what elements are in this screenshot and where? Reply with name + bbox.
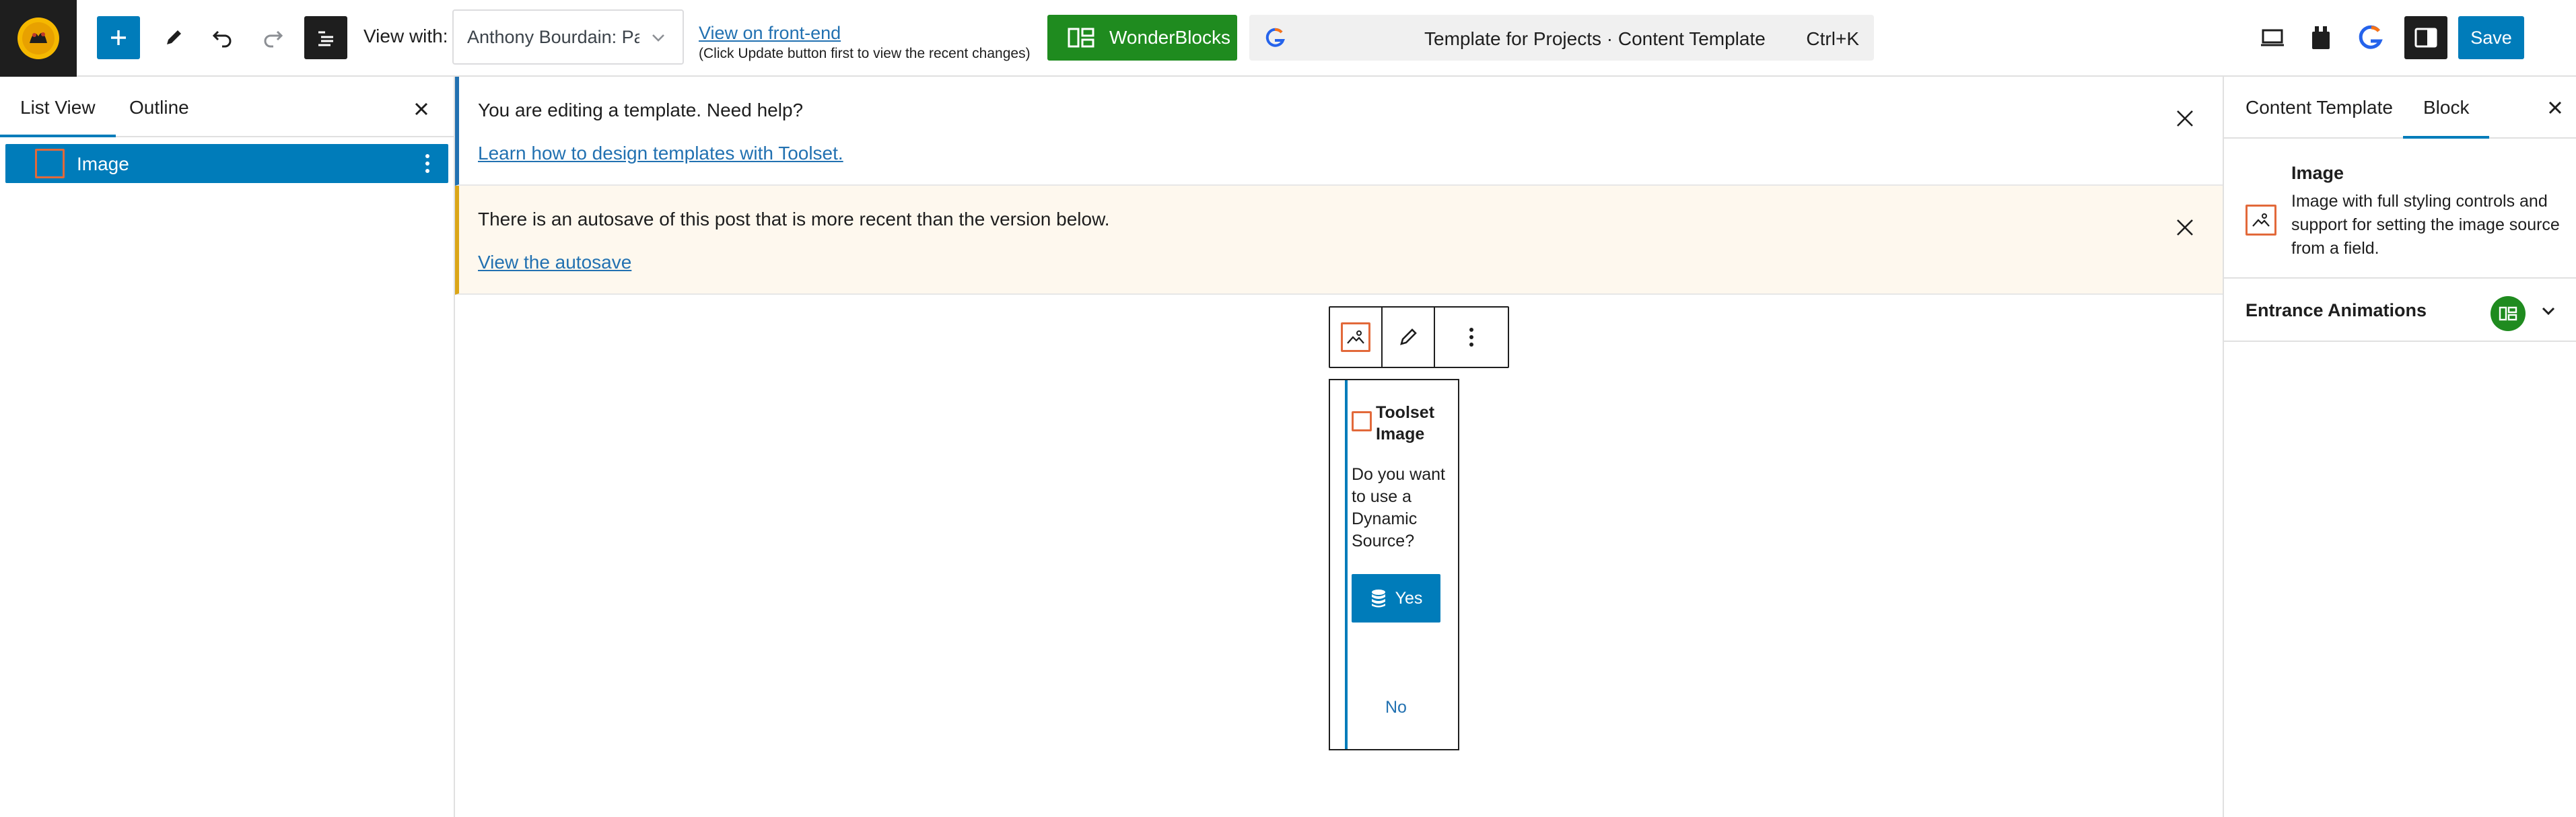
desktop-preview-icon (2261, 29, 2284, 46)
block-title: Toolset Image (1376, 403, 1435, 443)
settings-sidebar-tabs: Content Template Block (2224, 77, 2576, 139)
autosave-notice-text: There is an autosave of this post that i… (478, 209, 1110, 229)
undo-button[interactable] (201, 16, 244, 59)
g-icon (2359, 25, 2383, 49)
tab-content-template[interactable]: Content Template (2246, 97, 2393, 118)
block-card-description: Image with full styling controls and sup… (2291, 192, 2560, 258)
editor-header: View with: Anthony Bourdain: Pa... View … (0, 0, 2576, 77)
undo-icon (212, 30, 232, 48)
image-icon (35, 149, 65, 178)
tab-outline[interactable]: Outline (129, 97, 189, 118)
preview-button[interactable] (2251, 16, 2294, 59)
toolset-image-block[interactable]: Toolset Image Do you want to use a Dynam… (1329, 379, 1459, 750)
command-palette-bar[interactable]: Template for Projects · Content Template… (1249, 15, 1874, 61)
image-icon (2246, 205, 2276, 236)
settings-sidebar-button[interactable] (2404, 16, 2447, 59)
image-icon (1352, 411, 1372, 431)
template-help-link[interactable]: Learn how to design templates with Tools… (478, 143, 843, 164)
g-icon (1265, 28, 1285, 47)
wonderblocks-label: WonderBlocks (1109, 27, 1231, 48)
close-left-sidebar-button[interactable] (407, 94, 436, 124)
close-icon (2548, 101, 2562, 114)
pencil-icon (167, 30, 181, 44)
settings-sidebar: Content Template Block Image Image with … (2223, 77, 2576, 817)
plus-icon (111, 30, 126, 45)
entrance-animations-panel[interactable]: Entrance Animations (2224, 279, 2576, 342)
more-vertical-icon (1469, 328, 1473, 347)
dismiss-autosave-notice-button[interactable] (2169, 211, 2201, 244)
list-view-item-label: Image (77, 153, 129, 174)
tab-list-view[interactable]: List View (0, 97, 115, 137)
view-autosave-link[interactable]: View the autosave (478, 252, 631, 273)
autosave-notice: There is an autosave of this post that i… (455, 186, 2223, 295)
view-with-select[interactable]: Anthony Bourdain: Pa... (452, 9, 684, 65)
document-overview-button[interactable] (304, 16, 347, 59)
front-end-hint: (Click Update button first to view the r… (699, 46, 1031, 61)
redo-button[interactable] (252, 16, 295, 59)
command-shortcut: Ctrl+K (1806, 28, 1859, 49)
site-logo-icon (18, 17, 59, 59)
g-plugin-button[interactable] (2349, 16, 2392, 59)
no-dynamic-source-button[interactable]: No (1385, 698, 1407, 717)
save-button[interactable]: Save (2458, 16, 2524, 59)
dismiss-template-notice-button[interactable] (2169, 102, 2201, 135)
tab-block[interactable]: Block (2402, 97, 2491, 139)
settings-sidebar-icon (2414, 28, 2437, 48)
view-with-label: View with: (363, 26, 448, 46)
document-overview-icon (318, 31, 333, 46)
wonderblocks-button[interactable]: WonderBlocks (1047, 15, 1237, 61)
block-selection-rail (1330, 380, 1348, 749)
entrance-animations-label: Entrance Animations (2246, 300, 2427, 320)
image-icon (1341, 322, 1370, 352)
site-logo-button[interactable] (0, 0, 77, 77)
template-notice-text: You are editing a template. Need help? (478, 100, 804, 120)
database-icon (1371, 590, 1385, 608)
block-card: Image Image with full styling controls a… (2224, 139, 2576, 279)
block-type-button[interactable] (1330, 308, 1383, 367)
template-notice: You are editing a template. Need help? L… (455, 77, 2223, 186)
close-settings-sidebar-button[interactable] (2540, 93, 2570, 122)
block-options-button[interactable] (1435, 308, 1508, 367)
more-vertical-icon[interactable] (420, 151, 435, 176)
view-with-value: Anthony Bourdain: Pa... (467, 26, 639, 47)
chevron-down-icon (652, 34, 664, 42)
close-icon (2177, 110, 2193, 127)
redo-icon (264, 30, 283, 48)
plugin-button[interactable] (2299, 16, 2342, 59)
left-sidebar-tabs: List View Outline (0, 77, 454, 137)
list-view-item-image[interactable]: Image (5, 144, 448, 183)
left-sidebar: List View Outline Image (0, 77, 455, 817)
command-title: Template for Projects · Content Template (1424, 28, 1766, 49)
plugin-icon (2312, 26, 2330, 49)
chevron-down-icon[interactable] (2539, 301, 2558, 320)
view-on-front-end-link[interactable]: View on front-end (699, 23, 841, 44)
dynamic-source-question: Do you want to use a Dynamic Source? (1352, 465, 1445, 550)
tools-button[interactable] (152, 16, 195, 59)
add-block-button[interactable] (97, 16, 140, 59)
close-icon (415, 102, 428, 116)
pencil-icon (1400, 328, 1417, 345)
wonderblocks-icon (1068, 28, 1094, 48)
yes-label: Yes (1395, 588, 1423, 608)
yes-dynamic-source-button[interactable]: Yes (1352, 574, 1440, 623)
edit-block-button[interactable] (1383, 308, 1435, 367)
wonderblocks-icon (2491, 296, 2526, 331)
block-card-title: Image (2291, 163, 2344, 183)
close-icon (2177, 219, 2193, 236)
block-toolbar (1329, 306, 1509, 368)
